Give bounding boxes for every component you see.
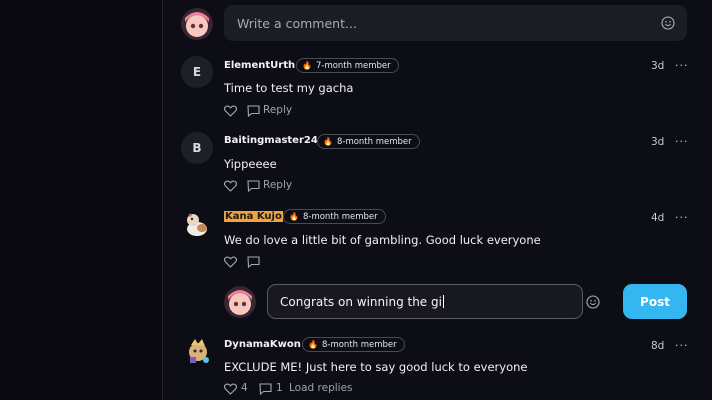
comment-text: Yippeeee — [224, 157, 277, 171]
username[interactable]: ElementUrth — [224, 60, 295, 71]
avatar[interactable]: B — [181, 132, 213, 164]
username-highlight: Kana Kujo — [224, 211, 283, 222]
comment-input-placeholder: Write a comment... — [237, 16, 357, 31]
comment-text: EXCLUDE ME! Just here to say good luck t… — [224, 360, 528, 374]
reply-icon[interactable] — [259, 383, 272, 395]
reply-input[interactable]: Congrats on winning the gi — [267, 284, 600, 319]
avatar[interactable] — [181, 335, 213, 367]
reply-icon[interactable] — [247, 256, 260, 268]
comment-text: Time to test my gacha — [224, 81, 354, 95]
comment-input[interactable]: Write a comment... — [224, 5, 687, 41]
more-options-icon[interactable]: ··· — [675, 135, 689, 148]
comment-text: We do love a little bit of gambling. Goo… — [224, 233, 541, 247]
post-button[interactable]: Post — [623, 284, 687, 319]
badge-label: 8-month member — [336, 136, 412, 147]
member-badge: 🔥 8-month member — [283, 209, 386, 224]
more-options-icon[interactable]: ··· — [675, 59, 689, 72]
reply-icon[interactable] — [247, 180, 260, 192]
badge-label: 7-month member — [315, 60, 391, 71]
comment-time: 4d — [651, 212, 665, 224]
badge-label: 8-month member — [321, 339, 397, 350]
comment-time: 3d — [651, 60, 665, 72]
username[interactable]: Baitingmaster24 — [224, 135, 318, 146]
username[interactable]: DynamaKwon — [224, 339, 301, 350]
heart-icon[interactable] — [224, 383, 237, 395]
emoji-icon[interactable] — [661, 16, 675, 30]
emoji-icon[interactable] — [586, 295, 600, 309]
member-badge: 🔥 7-month member — [296, 58, 399, 73]
heart-icon[interactable] — [224, 180, 237, 192]
reply-input-value: Congrats on winning the gi — [280, 295, 444, 309]
badge-label: 8-month member — [302, 211, 378, 222]
flame-icon: 🔥 — [308, 340, 318, 349]
member-badge: 🔥 8-month member — [302, 337, 405, 352]
comments-feed: Write a comment... E ElementUrth 🔥 7-mont… — [164, 0, 712, 400]
reply-icon[interactable] — [247, 105, 260, 117]
heart-icon[interactable] — [224, 105, 237, 117]
username[interactable]: Kana Kujo — [224, 211, 283, 222]
current-user-avatar — [181, 8, 213, 40]
text-caret — [442, 295, 444, 308]
avatar[interactable] — [181, 208, 213, 240]
load-replies-button[interactable]: Load replies — [289, 382, 353, 394]
more-options-icon[interactable]: ··· — [675, 211, 689, 224]
flame-icon: 🔥 — [289, 212, 299, 221]
current-user-avatar — [224, 286, 256, 318]
flame-icon: 🔥 — [302, 61, 312, 70]
flame-icon: 🔥 — [323, 137, 333, 146]
avatar-letter: B — [192, 141, 202, 155]
member-badge: 🔥 8-month member — [317, 134, 420, 149]
comment-time: 3d — [651, 136, 665, 148]
left-gutter — [0, 0, 163, 400]
avatar-letter: E — [192, 65, 202, 79]
comment-time: 8d — [651, 340, 665, 352]
reply-button[interactable]: Reply — [263, 104, 292, 116]
like-count: 4 — [241, 382, 248, 394]
reply-button[interactable]: Reply — [263, 179, 292, 191]
heart-icon[interactable] — [224, 256, 237, 268]
reply-input-text: Congrats on winning the gi — [280, 295, 442, 309]
reply-count: 1 — [276, 382, 283, 394]
avatar[interactable]: E — [181, 56, 213, 88]
more-options-icon[interactable]: ··· — [675, 339, 689, 352]
